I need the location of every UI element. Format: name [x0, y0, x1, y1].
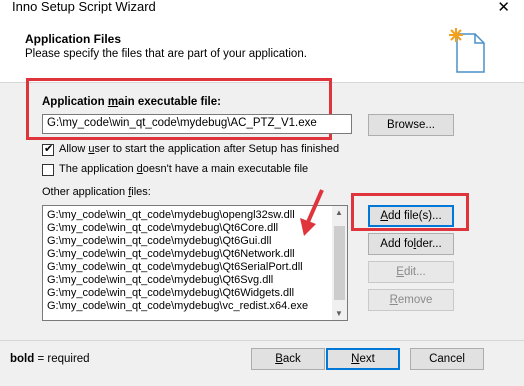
- add-files-accel: A: [380, 210, 388, 222]
- list-item[interactable]: G:\my_code\win_qt_code\mydebug\Qt6Networ…: [47, 248, 295, 260]
- window-title: Inno Setup Script Wizard: [12, 0, 156, 14]
- list-item[interactable]: G:\my_code\win_qt_code\mydebug\Qt6Serial…: [47, 261, 303, 273]
- allow-start-label[interactable]: Allow user to start the application afte…: [59, 143, 339, 155]
- other-files-label: Other application files:: [42, 186, 151, 198]
- main-exe-label-text-end: ain executable file:: [118, 96, 221, 108]
- allow-start-text: Allow: [59, 143, 89, 155]
- list-item[interactable]: G:\my_code\win_qt_code\mydebug\Qt6Widget…: [47, 287, 294, 299]
- list-item[interactable]: G:\my_code\win_qt_code\mydebug\Qt6Svg.dl…: [47, 274, 273, 286]
- main-exe-label: Application main executable file:: [42, 96, 221, 108]
- allow-start-text-end: ser to start the application after Setup…: [94, 143, 340, 155]
- main-exe-field[interactable]: G:\my_code\win_qt_code\mydebug\AC_PTZ_V1…: [42, 114, 352, 134]
- back-button[interactable]: Back: [251, 348, 325, 370]
- required-legend-text: = required: [34, 353, 90, 365]
- title-bar: Inno Setup Script Wizard ✕: [0, 0, 524, 18]
- required-legend-bold: bold: [10, 353, 35, 365]
- edit-button[interactable]: Edit...: [368, 261, 454, 283]
- add-folder-button[interactable]: Add folder...: [368, 233, 454, 255]
- main-exe-label-text: Application: [42, 96, 108, 108]
- edit-text-end: dit...: [403, 266, 426, 278]
- annotation-arrow-icon: [300, 189, 324, 236]
- remove-accel: R: [389, 294, 398, 306]
- back-accel: B: [275, 353, 283, 365]
- list-item[interactable]: G:\my_code\win_qt_code\mydebug\vc_redist…: [47, 300, 308, 312]
- list-item[interactable]: G:\my_code\win_qt_code\mydebug\Qt6Gui.dl…: [47, 235, 271, 247]
- close-icon[interactable]: ✕: [497, 0, 510, 16]
- add-files-button[interactable]: Add file(s)...: [368, 205, 454, 227]
- main-exe-label-accel: m: [107, 96, 119, 108]
- back-text-end: ack: [282, 353, 301, 365]
- add-folder-text: Add fo: [380, 238, 414, 250]
- list-item[interactable]: G:\my_code\win_qt_code\mydebug\opengl32s…: [47, 209, 295, 221]
- page-description: Please specify the files that are part o…: [25, 48, 307, 60]
- edit-accel: E: [396, 266, 404, 278]
- browse-button[interactable]: Browse...: [368, 114, 454, 136]
- scroll-up-icon[interactable]: ▲: [335, 208, 343, 217]
- list-scrollbar[interactable]: ▲ ▼: [332, 206, 347, 320]
- scroll-down-icon[interactable]: ▼: [335, 309, 343, 318]
- scroll-thumb[interactable]: [334, 226, 345, 300]
- no-main-exe-checkbox[interactable]: [42, 164, 54, 176]
- remove-button[interactable]: Remove: [368, 289, 454, 311]
- wizard-document-icon: [449, 28, 485, 73]
- check-mark-icon: ✔: [44, 143, 54, 155]
- required-legend: bold = required: [10, 353, 90, 365]
- no-main-exe-label[interactable]: The application doesn't have a main exec…: [59, 163, 308, 175]
- page-title: Application Files: [25, 32, 122, 46]
- no-main-exe-text: The application: [59, 163, 137, 175]
- other-files-text: Other application: [42, 186, 129, 198]
- page-header: Application Files Please specify the fil…: [0, 18, 524, 83]
- add-folder-text-end: der...: [416, 238, 442, 250]
- next-text-end: ext: [359, 353, 375, 365]
- add-files-text-end: dd file(s)...: [387, 210, 442, 222]
- other-files-text-end: iles:: [131, 186, 151, 198]
- remove-text-end: emove: [397, 294, 433, 306]
- cancel-button[interactable]: Cancel: [410, 348, 484, 370]
- list-item[interactable]: G:\my_code\win_qt_code\mydebug\Qt6Core.d…: [47, 222, 278, 234]
- footer-divider: [0, 340, 524, 341]
- no-main-exe-text-end: oesn't have a main executable file: [142, 163, 309, 175]
- next-button[interactable]: Next: [326, 348, 400, 370]
- allow-start-checkbox[interactable]: ✔: [42, 143, 54, 156]
